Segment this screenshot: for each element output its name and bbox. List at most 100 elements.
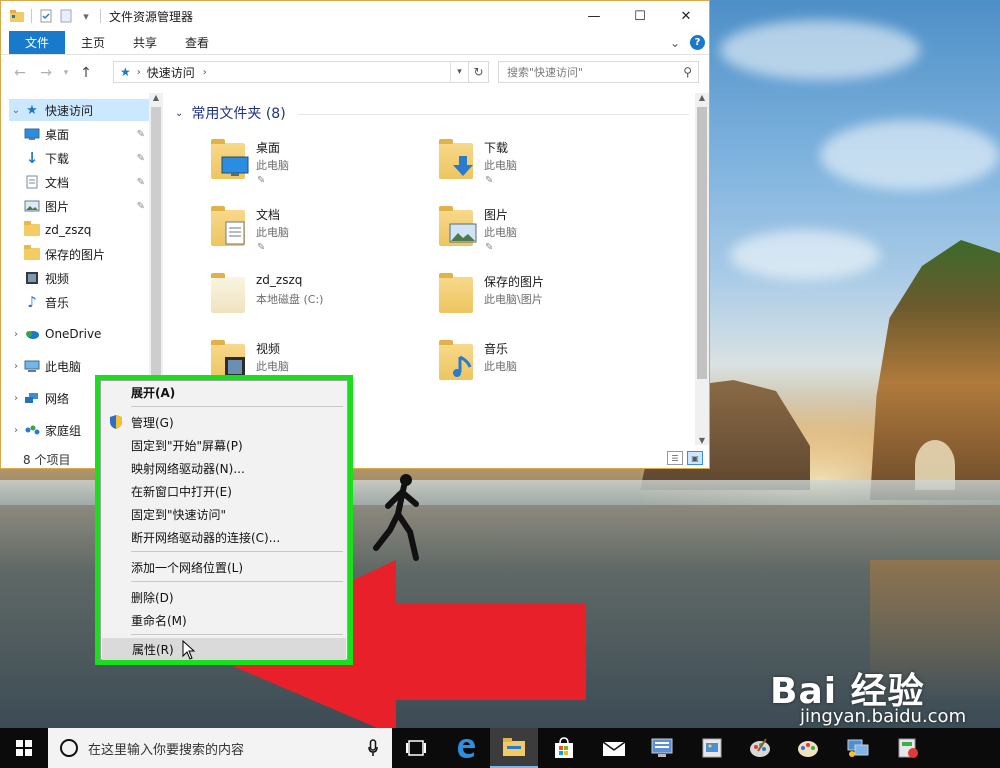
- folder-icon: [9, 8, 25, 24]
- help-icon[interactable]: ?: [690, 35, 705, 50]
- scroll-down-icon[interactable]: ▼: [695, 436, 709, 445]
- minimize-button[interactable]: —: [571, 1, 617, 31]
- folder-tile-documents[interactable]: 文档 此电脑 ✎: [167, 204, 377, 262]
- folder-tile-music[interactable]: 音乐 此电脑: [395, 338, 605, 396]
- menu-item-pin-to-start[interactable]: 固定到"开始"屏幕(P): [101, 434, 347, 456]
- tab-file[interactable]: 文件: [9, 31, 65, 54]
- folder-tile-zd-zszq[interactable]: zd_zszq 本地磁盘 (C:): [167, 271, 377, 329]
- recent-dropdown-button[interactable]: ▾: [59, 61, 73, 85]
- menu-item-add-network-location[interactable]: 添加一个网络位置(L): [101, 556, 347, 578]
- task-view-button[interactable]: [392, 728, 440, 768]
- address-input[interactable]: ★ › 快速访问 › ▾ ↻: [113, 61, 489, 83]
- address-dropdown-icon[interactable]: ▾: [450, 62, 468, 82]
- menu-item-properties[interactable]: 属性(R): [102, 638, 346, 660]
- group-header-frequent-folders[interactable]: ⌄ 常用文件夹 (8): [175, 103, 286, 123]
- sidebar-item-label: 视频: [45, 271, 70, 286]
- menu-item-expand[interactable]: 展开(A): [101, 381, 347, 403]
- close-button[interactable]: ✕: [663, 1, 709, 31]
- tile-name: 桌面: [256, 141, 281, 155]
- menu-item-manage[interactable]: 管理(G): [101, 411, 347, 433]
- menu-separator: [131, 406, 343, 407]
- tab-home[interactable]: 主页: [67, 31, 119, 54]
- refresh-icon[interactable]: ↻: [468, 62, 488, 82]
- ribbon-right: ⌄ ?: [670, 35, 705, 50]
- sidebar-item-label: 下载: [45, 151, 70, 166]
- scroll-up-icon[interactable]: ▲: [695, 93, 709, 102]
- chevron-down-icon[interactable]: ⌄: [670, 36, 680, 50]
- taskbar-app-pinned-1[interactable]: [638, 728, 686, 768]
- sidebar-item-pictures[interactable]: 图片 ✎: [9, 195, 149, 217]
- taskbar-app-pinned-3[interactable]: [736, 728, 784, 768]
- large-icons-view-icon[interactable]: ▣: [687, 451, 703, 465]
- sidebar-item-documents[interactable]: 文档 ✎: [9, 171, 149, 193]
- taskbar-app-store[interactable]: [540, 728, 588, 768]
- sidebar-item-videos[interactable]: 视频: [9, 267, 149, 289]
- menu-item-delete[interactable]: 删除(D): [101, 586, 347, 608]
- new-folder-icon[interactable]: [58, 8, 74, 24]
- folder-icon: [23, 221, 41, 238]
- paint-icon: [750, 738, 770, 757]
- microphone-icon[interactable]: [368, 739, 378, 757]
- chevron-right-icon[interactable]: ›: [137, 67, 141, 78]
- sidebar-item-label: 网络: [45, 391, 70, 406]
- sidebar-item-downloads[interactable]: ↓ 下载 ✎: [9, 147, 149, 169]
- back-button[interactable]: ←: [7, 61, 33, 85]
- tile-location: 此电脑\图片: [484, 293, 543, 306]
- pin-icon: ✎: [257, 175, 266, 186]
- sidebar-item-desktop[interactable]: 桌面 ✎: [9, 123, 149, 145]
- maximize-button[interactable]: ☐: [617, 1, 663, 31]
- taskbar-app-pinned-5[interactable]: [834, 728, 882, 768]
- breadcrumb-quick-access[interactable]: 快速访问: [147, 64, 195, 81]
- properties-icon[interactable]: [38, 8, 54, 24]
- taskbar-app-edge[interactable]: [442, 728, 490, 768]
- taskbar-app-pinned-4[interactable]: [784, 728, 832, 768]
- taskbar-app-mail[interactable]: [590, 728, 638, 768]
- taskbar-app-pinned-2[interactable]: [688, 728, 736, 768]
- folder-tile-saved-pictures[interactable]: 保存的图片 此电脑\图片: [395, 271, 605, 329]
- menu-item-open-new-window[interactable]: 在新窗口中打开(E): [101, 480, 347, 502]
- collapsed-icon[interactable]: ›: [9, 393, 23, 404]
- tab-share[interactable]: 共享: [119, 31, 171, 54]
- sidebar-item-this-pc[interactable]: › 此电脑: [9, 355, 149, 377]
- sidebar-item-zd-zszq[interactable]: zd_zszq: [9, 219, 149, 241]
- forward-button[interactable]: →: [33, 61, 59, 85]
- taskbar-search-box[interactable]: 在这里输入你要搜索的内容: [48, 728, 392, 768]
- menu-item-rename[interactable]: 重命名(M): [101, 609, 347, 631]
- sidebar-item-label: 家庭组: [45, 423, 82, 438]
- folder-icon: [23, 245, 41, 262]
- folder-tile-pictures[interactable]: 图片 此电脑 ✎: [395, 204, 605, 262]
- start-button[interactable]: [0, 728, 48, 768]
- scroll-up-icon[interactable]: ▲: [149, 93, 163, 102]
- up-button[interactable]: ↑: [73, 61, 99, 85]
- tile-name: 视频: [256, 342, 281, 356]
- sidebar-item-label: 保存的图片: [45, 247, 106, 262]
- scrollbar-thumb[interactable]: [151, 107, 161, 387]
- menu-item-disconnect-drive[interactable]: 断开网络驱动器的连接(C)...: [101, 526, 347, 548]
- details-view-icon[interactable]: ☰: [667, 451, 683, 465]
- taskbar-app-file-explorer[interactable]: [490, 728, 538, 768]
- collapsed-icon[interactable]: ›: [9, 329, 23, 340]
- search-input[interactable]: 搜索"快速访问" ⚲: [498, 61, 699, 83]
- image-viewer-icon: [702, 738, 722, 758]
- collapsed-icon[interactable]: ›: [9, 361, 23, 372]
- chevron-right-icon[interactable]: ›: [203, 67, 207, 78]
- menu-item-pin-quick-access[interactable]: 固定到"快速访问": [101, 503, 347, 525]
- customize-dropdown-icon[interactable]: ▾: [78, 8, 94, 24]
- folder-tile-downloads[interactable]: 下载 此电脑 ✎: [395, 137, 605, 195]
- tab-view[interactable]: 查看: [171, 31, 223, 54]
- scrollbar-thumb[interactable]: [697, 107, 707, 379]
- taskbar-app-pinned-6[interactable]: [884, 728, 932, 768]
- search-placeholder: 在这里输入你要搜索的内容: [88, 742, 245, 758]
- address-bar-row: ← → ▾ ↑ ★ › 快速访问 › ▾ ↻ 搜索"快速访问" ⚲: [1, 55, 709, 91]
- chevron-down-icon[interactable]: ⌄: [175, 108, 183, 119]
- collapsed-icon[interactable]: ›: [9, 425, 23, 436]
- folder-tile-desktop[interactable]: 桌面 此电脑 ✎: [167, 137, 377, 195]
- expanded-icon[interactable]: ⌄: [9, 105, 23, 116]
- menu-item-map-network-drive[interactable]: 映射网络驱动器(N)...: [101, 457, 347, 479]
- sidebar-item-onedrive[interactable]: › OneDrive: [9, 323, 149, 345]
- content-scrollbar[interactable]: ▲ ▼: [695, 93, 709, 445]
- pin-icon: ✎: [136, 176, 145, 188]
- sidebar-item-quick-access[interactable]: ⌄ ★ 快速访问: [9, 99, 149, 121]
- sidebar-item-music[interactable]: ♪ 音乐: [9, 291, 149, 313]
- sidebar-item-saved-pictures[interactable]: 保存的图片: [9, 243, 149, 265]
